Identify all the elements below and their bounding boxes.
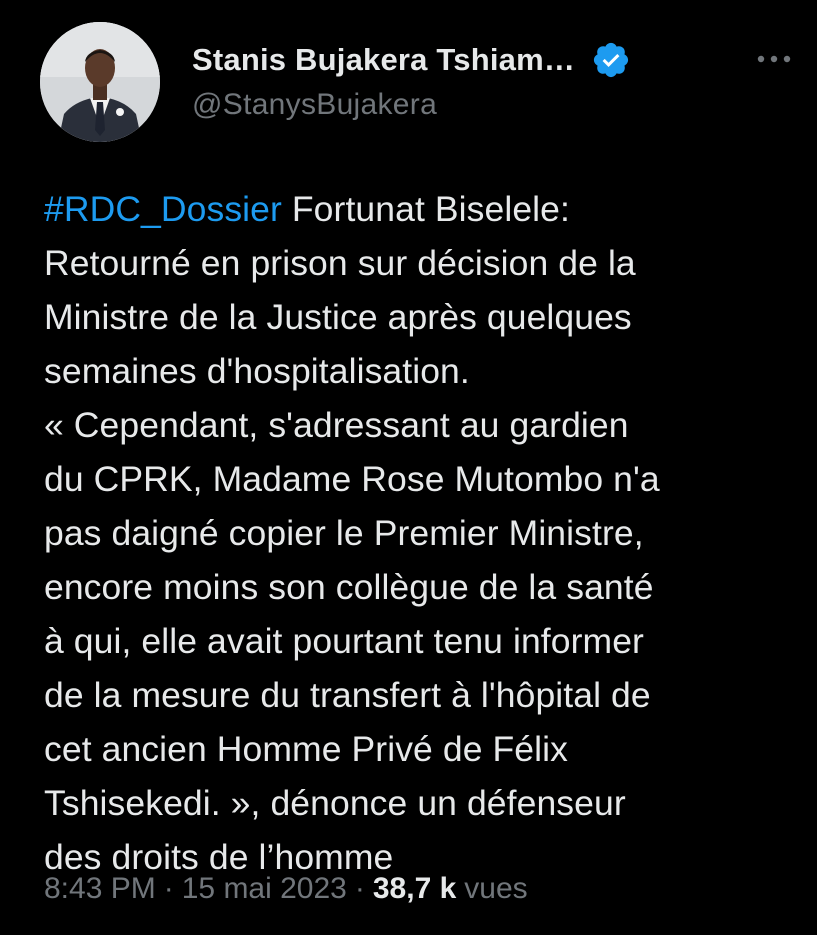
more-options-icon — [757, 55, 791, 63]
more-options-button[interactable] — [752, 44, 796, 74]
author-display-name[interactable]: Stanis Bujakera Tshiam… — [192, 42, 575, 78]
tweet-text: #RDC_Dossier Fortunat Biselele: Retourné… — [44, 182, 804, 884]
meta-separator: · — [163, 872, 174, 905]
tweet-date[interactable]: 15 mai 2023 — [182, 872, 347, 906]
meta-separator: · — [354, 872, 365, 905]
author-handle[interactable]: @StanysBujakera — [192, 88, 437, 122]
views-count[interactable]: 38,7 k — [373, 872, 456, 906]
avatar[interactable] — [40, 22, 160, 142]
profile-photo — [40, 22, 160, 142]
tweet-header: Stanis Bujakera Tshiam… @StanysBujakera — [0, 0, 817, 160]
verified-badge-icon[interactable] — [591, 40, 631, 80]
author-name-row[interactable]: Stanis Bujakera Tshiam… — [192, 38, 631, 82]
tweet-meta: 8:43 PM · 15 mai 2023 · 38,7 k vues — [44, 872, 528, 906]
hashtag-link[interactable]: #RDC_Dossier — [44, 189, 282, 229]
tweet-time[interactable]: 8:43 PM — [44, 872, 156, 906]
views-label: vues — [464, 872, 528, 905]
tweet-body: Fortunat Biselele: Retourné en prison su… — [44, 189, 660, 877]
